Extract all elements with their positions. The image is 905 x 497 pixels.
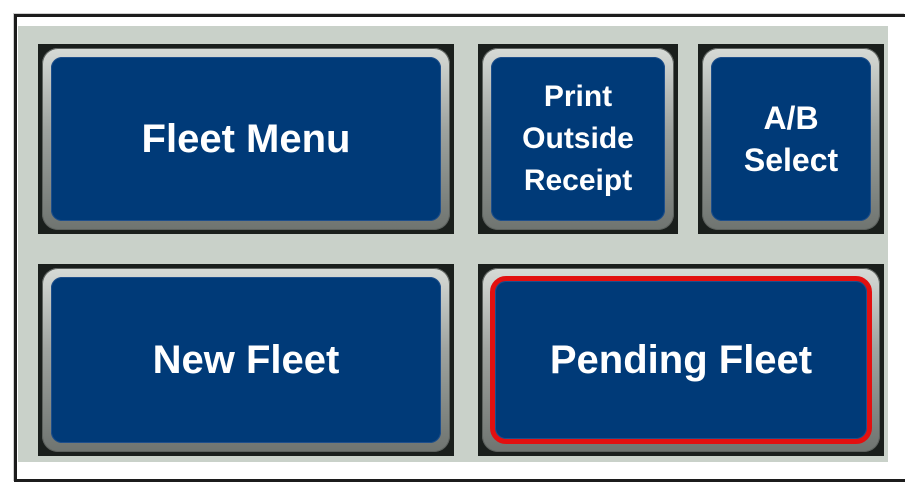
- ab-select-button-well: A/B Select: [698, 44, 884, 234]
- print-outside-receipt-line-1: Print: [543, 80, 613, 113]
- pending-fleet-button[interactable]: Pending Fleet: [482, 268, 880, 452]
- print-outside-receipt-label: Print Outside Receipt: [491, 57, 665, 221]
- new-fleet-label: New Fleet: [51, 277, 441, 443]
- print-outside-receipt-button[interactable]: Print Outside Receipt: [482, 48, 674, 230]
- print-outside-receipt-line-3: Receipt: [523, 164, 633, 197]
- print-outside-receipt-line-2: Outside: [522, 122, 634, 155]
- print-outside-receipt-button-well: Print Outside Receipt: [478, 44, 678, 234]
- fleet-menu-button[interactable]: Fleet Menu: [42, 48, 450, 230]
- fleet-menu-button-well: Fleet Menu: [38, 44, 454, 234]
- ab-select-line-2: Select: [743, 142, 839, 178]
- new-fleet-button[interactable]: New Fleet: [42, 268, 450, 452]
- pending-fleet-label: Pending Fleet: [490, 276, 872, 444]
- pending-fleet-button-well: Pending Fleet: [478, 264, 884, 456]
- ab-select-line-1: A/B: [763, 100, 819, 136]
- ab-select-button[interactable]: A/B Select: [702, 48, 880, 230]
- button-panel: Fleet Menu Print Outside Receipt A/B Sel…: [18, 26, 888, 462]
- fleet-menu-label: Fleet Menu: [51, 57, 441, 221]
- ab-select-label: A/B Select: [711, 57, 871, 221]
- new-fleet-button-well: New Fleet: [38, 264, 454, 456]
